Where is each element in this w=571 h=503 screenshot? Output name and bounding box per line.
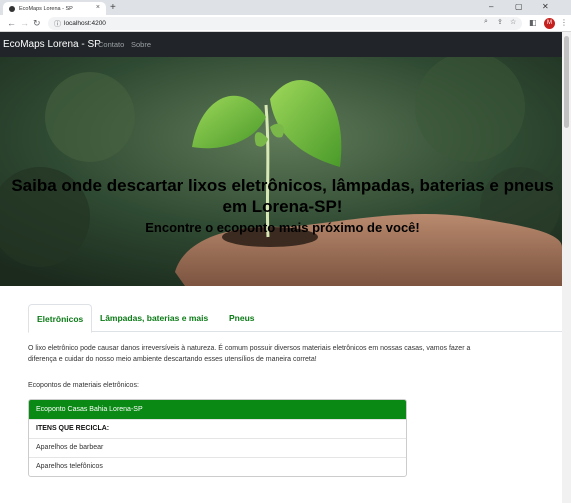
list-item: Aparelhos telefônicos <box>29 457 406 476</box>
maximize-button[interactable]: ▢ <box>515 1 523 13</box>
hero-banner: Saiba onde descartar lixos eletrônicos, … <box>0 57 562 286</box>
reload-icon[interactable]: ↻ <box>33 17 41 29</box>
scrollbar-thumb[interactable] <box>564 36 569 128</box>
new-tab-button[interactable]: + <box>110 2 116 13</box>
menu-dots-icon[interactable]: ⋮ <box>560 17 568 29</box>
minimize-button[interactable]: – <box>489 1 493 13</box>
address-bar[interactable]: ⓘ localhost:4200 ⌕ ⇪ ☆ <box>48 17 522 30</box>
url-text: localhost:4200 <box>64 20 106 27</box>
sidebar-icon[interactable]: ◧ <box>529 17 537 29</box>
forward-arrow-icon[interactable]: → <box>20 17 29 29</box>
hero-title: Saiba onde descartar lixos eletrônicos, … <box>11 176 554 216</box>
browser-tab-title: EcoMaps Lorena - SP <box>19 5 73 12</box>
favicon-icon <box>9 5 15 12</box>
close-tab-icon[interactable]: × <box>96 4 100 11</box>
browser-toolbar: ← → ↻ ⓘ localhost:4200 ⌕ ⇪ ☆ ◧ M ⋮ <box>0 15 571 32</box>
nav-link-contato[interactable]: Contato <box>98 40 124 50</box>
share-icon[interactable]: ⇪ <box>497 18 503 26</box>
items-header: ITENS QUE RECICLA: <box>29 419 406 438</box>
close-window-button[interactable]: ✕ <box>542 1 549 13</box>
tab-eletronicos[interactable]: Eletrônicos <box>28 304 92 333</box>
brand-link[interactable]: EcoMaps Lorena - SP <box>3 38 101 51</box>
zoom-icon[interactable]: ⌕ <box>484 18 488 26</box>
app-navbar: EcoMaps Lorena - SP Contato Sobre <box>0 32 571 57</box>
list-item: Aparelhos de barbear <box>29 438 406 457</box>
tab-lampadas-baterias[interactable]: Lâmpadas, baterias e mais <box>92 304 216 333</box>
browser-tab[interactable]: EcoMaps Lorena - SP × <box>3 2 106 15</box>
ecoponto-card: Ecoponto Casas Bahia Lorena-SP ITENS QUE… <box>28 399 407 477</box>
bookmark-star-icon[interactable]: ☆ <box>510 18 516 26</box>
category-tabs: Eletrônicos Lâmpadas, baterias e mais Pn… <box>28 304 562 333</box>
section-label: Ecopontos de materiais eletrônicos: <box>28 382 139 389</box>
nav-link-sobre[interactable]: Sobre <box>131 40 151 50</box>
hero-subtitle: Encontre o ecoponto mais próximo de você… <box>145 220 420 235</box>
info-icon[interactable]: ⓘ <box>54 19 61 29</box>
browser-tabstrip: EcoMaps Lorena - SP × + – ▢ ✕ <box>0 0 571 15</box>
category-description: O lixo eletrônico pode causar danos irre… <box>28 345 471 363</box>
ecoponto-card-header[interactable]: Ecoponto Casas Bahia Lorena-SP <box>29 400 406 419</box>
back-arrow-icon[interactable]: ← <box>7 17 16 29</box>
hero-seedling-image <box>0 57 562 286</box>
tab-pneus[interactable]: Pneus <box>221 304 263 333</box>
page-scrollbar[interactable] <box>562 32 571 503</box>
profile-avatar[interactable]: M <box>544 18 555 29</box>
